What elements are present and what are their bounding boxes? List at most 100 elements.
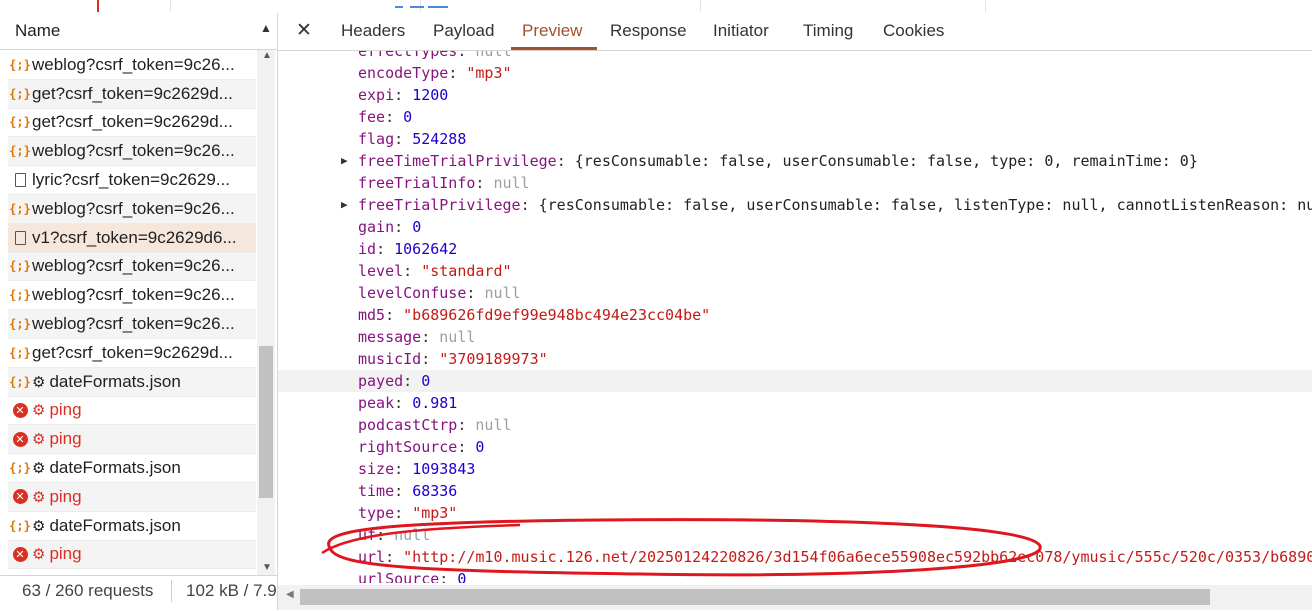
request-name: v1?csrf_token=9c2629d6... (32, 227, 237, 247)
json-value: null (439, 328, 476, 346)
request-row[interactable]: {;} weblog?csrf_token=9c26... (8, 310, 256, 339)
scrollbar-thumb[interactable] (259, 346, 273, 498)
json-key: expi (358, 86, 395, 104)
request-row[interactable]: v1?csrf_token=9c2629d6... (8, 223, 256, 253)
waterfall-strip (0, 0, 1312, 14)
request-row[interactable]: {;} weblog?csrf_token=9c26... (8, 137, 256, 167)
json-key: podcastCtrp (358, 416, 458, 434)
json-value: null (493, 174, 530, 192)
tab-cookies[interactable]: Cookies (883, 21, 944, 41)
json-icon: {;} (9, 518, 31, 533)
request-row[interactable]: {;} weblog?csrf_token=9c26... (8, 194, 256, 224)
json-key: rightSource (358, 438, 458, 456)
json-key-value: size: 1093843 (358, 460, 476, 478)
preview-horizontal-scrollbar[interactable]: ◀ (278, 585, 1312, 610)
json-key-value: rightSource: 0 (358, 438, 485, 456)
service-worker-gear-icon: ⚙ (32, 545, 46, 564)
service-worker-gear-icon: ⚙ (32, 401, 46, 420)
json-value: null (394, 526, 431, 544)
request-row[interactable]: {;} weblog?csrf_token=9c26... (8, 281, 256, 311)
scrollbar-thumb[interactable] (300, 589, 1210, 605)
json-property-rightSource: rightSource: 0 (278, 436, 1312, 458)
json-value: "b689626fd9ef99e948bc494e23cc04be" (403, 306, 711, 324)
json-key: url (358, 548, 386, 566)
request-name: ping (49, 486, 82, 506)
json-property-level: level: "standard" (278, 260, 1312, 282)
request-list-scrollbar[interactable]: ▲ ▼ (257, 50, 275, 578)
request-row[interactable]: {;} ⚙ dateFormats.json (8, 367, 256, 397)
service-worker-gear-icon: ⚙ (32, 487, 46, 506)
close-icon[interactable]: ✕ (296, 19, 312, 41)
json-icon: {;} (9, 144, 31, 159)
json-key-value: podcastCtrp: null (358, 416, 512, 434)
json-property-peak: peak: 0.981 (278, 392, 1312, 414)
request-row[interactable]: {;} weblog?csrf_token=9c26... (8, 252, 256, 282)
service-worker-gear-icon: ⚙ (32, 516, 46, 535)
tab-headers[interactable]: Headers (341, 21, 405, 41)
json-key: uf (358, 526, 377, 544)
json-value: "standard" (421, 262, 512, 280)
request-name: ping (49, 400, 82, 420)
tab-payload[interactable]: Payload (433, 21, 494, 41)
status-divider (171, 580, 172, 602)
tab-initiator[interactable]: Initiator (713, 21, 769, 41)
json-icon: {;} (9, 317, 31, 332)
request-name: dateFormats.json (49, 458, 181, 478)
request-row[interactable]: {;} weblog?csrf_token=9c26... (8, 51, 256, 80)
request-name: get?csrf_token=9c2629d... (32, 112, 233, 132)
request-row[interactable]: {;} get?csrf_token=9c2629d... (8, 339, 256, 368)
json-property-id: id: 1062642 (278, 238, 1312, 260)
scroll-down-icon[interactable]: ▼ (262, 562, 272, 573)
request-name: weblog?csrf_token=9c26... (32, 54, 235, 74)
json-value: "3709189973" (439, 350, 548, 368)
waterfall-grid (985, 0, 986, 12)
request-row[interactable]: {;} ⚙ dateFormats.json (8, 512, 256, 541)
error-icon: ✕ (8, 546, 32, 562)
json-key: freeTrialPrivilege (358, 196, 521, 214)
json-property-size: size: 1093843 (278, 458, 1312, 480)
request-row[interactable]: {;} get?csrf_token=9c2629d... (8, 79, 256, 109)
json-key: size (358, 460, 395, 478)
sort-ascending-icon[interactable]: ▲ (260, 21, 272, 35)
json-key-value: time: 68336 (358, 482, 458, 500)
json-value: "mp3" (412, 504, 458, 522)
scroll-up-icon[interactable]: ▲ (262, 50, 272, 61)
json-property-type: type: "mp3" (278, 502, 1312, 524)
request-row[interactable]: ✕ ⚙ ping (8, 540, 256, 570)
json-value: 0 (475, 438, 485, 456)
expand-triangle-icon[interactable]: ▶ (341, 150, 348, 172)
json-value: 0 (457, 570, 467, 583)
json-key-value: payed: 0 (358, 372, 431, 390)
json-property-gain: gain: 0 (278, 216, 1312, 238)
json-property-urlSource: urlSource: 0 (278, 568, 1312, 583)
request-row[interactable]: ✕ ⚙ ping (8, 425, 256, 455)
json-value: 0 (403, 108, 413, 126)
json-property-freeTrialPrivilege[interactable]: ▶ freeTrialPrivilege: {resConsumable: fal… (278, 194, 1312, 216)
tab-response[interactable]: Response (610, 21, 687, 41)
json-property-md5: md5: "b689626fd9ef99e948bc494e23cc04be" (278, 304, 1312, 326)
request-row[interactable]: ✕ ⚙ ping (8, 482, 256, 512)
json-property-encodeType: encodeType: "mp3" (278, 62, 1312, 84)
json-key: flag (358, 130, 395, 148)
json-property-expi: expi: 1200 (278, 84, 1312, 106)
json-property-freeTimeTrialPrivilege[interactable]: ▶ freeTimeTrialPrivilege: {resConsumable:… (278, 150, 1312, 172)
request-row[interactable]: {;} get?csrf_token=9c2629d... (8, 109, 256, 138)
scroll-left-icon[interactable]: ◀ (286, 589, 294, 600)
request-row[interactable]: {;} ⚙ dateFormats.json (8, 454, 256, 483)
tab-timing[interactable]: Timing (803, 21, 853, 41)
request-name: get?csrf_token=9c2629d... (32, 83, 233, 103)
json-property-message: message: null (278, 326, 1312, 348)
tab-preview[interactable]: Preview (522, 21, 582, 41)
expand-triangle-icon[interactable]: ▶ (341, 194, 348, 216)
request-row[interactable]: lyric?csrf_token=9c2629... (8, 166, 256, 195)
request-name: lyric?csrf_token=9c2629... (32, 170, 230, 190)
json-value: {resConsumable: false, userConsumable: f… (574, 152, 1198, 170)
json-icon: {;} (9, 461, 31, 476)
json-key-value: freeTrialInfo: null (358, 174, 530, 192)
waterfall-grid (170, 0, 171, 12)
request-count: 63 / 260 requests (22, 581, 154, 600)
request-row[interactable]: ✕ ⚙ ping (8, 397, 256, 426)
json-key: md5 (358, 306, 386, 324)
json-property-podcastCtrp: podcastCtrp: null (278, 414, 1312, 436)
name-column-header[interactable]: Name ▲ (0, 13, 277, 50)
